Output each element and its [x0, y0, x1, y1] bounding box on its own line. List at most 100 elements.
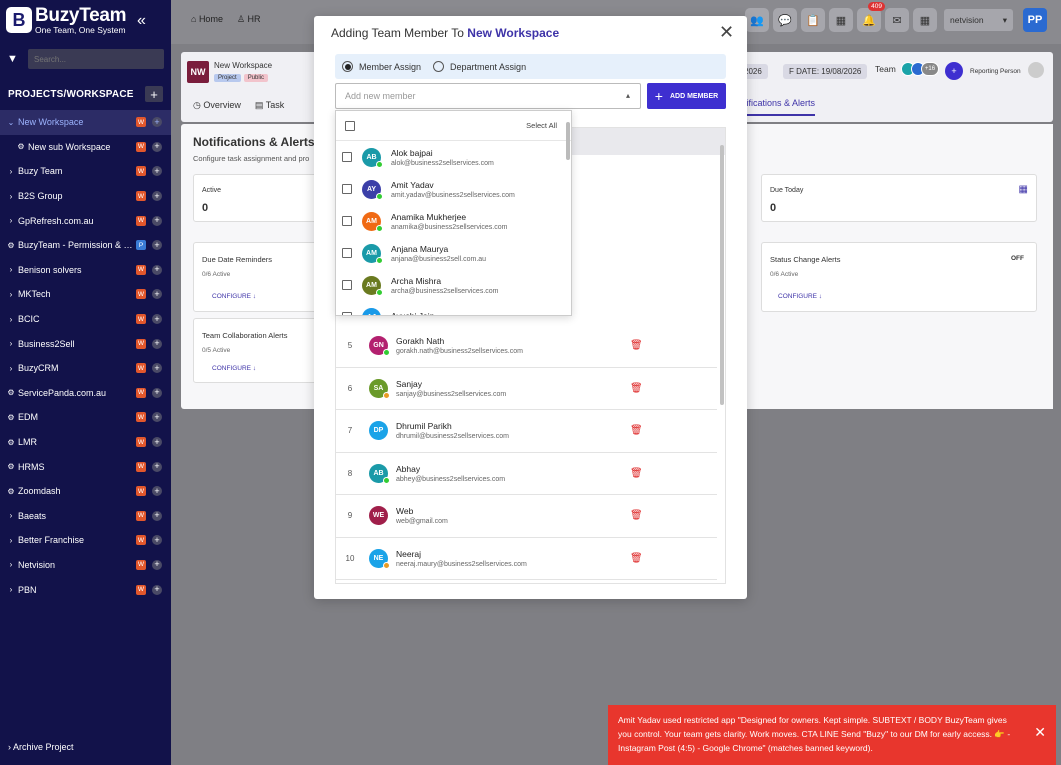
sidebar-item[interactable]: › Netvision W + — [0, 553, 171, 578]
dropdown-scrollbar[interactable] — [564, 111, 571, 315]
trash-icon[interactable]: 🗑 — [630, 553, 643, 564]
dropdown-scroll-thumb[interactable] — [566, 122, 570, 160]
user-avatar[interactable]: PP — [1023, 8, 1047, 32]
member-assign-radio[interactable] — [342, 61, 353, 72]
mail-icon[interactable]: ✉ — [885, 8, 909, 32]
workspace-select[interactable]: netvision ▾ — [944, 9, 1013, 31]
table-scrollbar[interactable] — [718, 128, 725, 583]
sidebar-item[interactable]: ⚙ HRMS W + — [0, 454, 171, 479]
sidebar-item[interactable]: › BuzyCRM W + — [0, 356, 171, 381]
add-subitem-button[interactable]: + — [152, 166, 162, 177]
due-date-configure[interactable]: CONFIGURE ↓ — [212, 293, 256, 300]
calendar-icon[interactable]: ▦ — [829, 8, 853, 32]
member-checkbox[interactable] — [342, 312, 352, 315]
active-value: 0 — [202, 202, 209, 214]
add-subitem-button[interactable]: + — [152, 191, 162, 202]
clipboard-icon[interactable]: 📋 — [801, 8, 825, 32]
sidebar-item[interactable]: ⌄ New Workspace W + — [0, 110, 171, 135]
department-assign-radio[interactable] — [433, 61, 445, 72]
close-icon[interactable]: ✕ — [719, 22, 734, 43]
status-toggle[interactable]: OFF — [1011, 255, 1024, 262]
member-checkbox[interactable] — [342, 184, 352, 194]
member-checkbox[interactable] — [342, 248, 352, 258]
sidebar-item[interactable]: ⚙ LMR W + — [0, 430, 171, 455]
schedule-icon[interactable]: ▦ — [913, 8, 937, 32]
close-icon[interactable]: ✕ — [1034, 725, 1046, 739]
add-subitem-button[interactable]: + — [152, 559, 162, 570]
member-name: Sanjay — [396, 378, 422, 389]
sidebar-item[interactable]: ⚙ New sub Workspace W + — [0, 135, 171, 160]
sidebar-item[interactable]: ⚙ EDM W + — [0, 405, 171, 430]
right-panel: Due Today 0 ▦ Status Change Alerts OFF 0… — [753, 124, 1053, 409]
member-checkbox[interactable] — [342, 216, 352, 226]
sidebar-item[interactable]: › Benison solvers W + — [0, 258, 171, 283]
add-subitem-button[interactable]: + — [152, 461, 162, 472]
add-subitem-button[interactable]: + — [152, 289, 162, 300]
sidebar-item[interactable]: › Buzy Team W + — [0, 159, 171, 184]
trash-icon[interactable]: 🗑 — [630, 425, 643, 436]
add-subitem-button[interactable]: + — [152, 117, 162, 128]
sidebar-item[interactable]: › B2S Group W + — [0, 184, 171, 209]
tab-notifications[interactable]: tifications & Alerts — [744, 98, 816, 116]
select-all-checkbox[interactable] — [345, 120, 355, 131]
team-collab-configure[interactable]: CONFIGURE ↓ — [212, 365, 256, 372]
add-subitem-button[interactable]: + — [152, 437, 162, 448]
brand-logo[interactable]: B BuzyTeam One Team, One System — [6, 6, 127, 35]
member-checkbox[interactable] — [342, 152, 352, 162]
chat-icon[interactable]: 💬 — [773, 8, 797, 32]
add-subitem-button[interactable]: + — [152, 584, 162, 595]
add-subitem-button[interactable]: + — [152, 141, 162, 152]
add-subitem-button[interactable]: + — [152, 314, 162, 325]
sidebar-item[interactable]: › MKTech W + — [0, 282, 171, 307]
add-subitem-button[interactable]: + — [152, 535, 162, 546]
add-subitem-button[interactable]: + — [152, 510, 162, 521]
tab-task[interactable]: ▤ Task — [255, 100, 284, 111]
add-subitem-button[interactable]: + — [152, 338, 162, 349]
dropdown-member-option[interactable]: AB Alok bajpai alok@business2sellservices… — [336, 141, 571, 173]
sidebar-item[interactable]: › Baeats W + — [0, 504, 171, 529]
nav-home[interactable]: ⌂ Home — [191, 14, 223, 25]
member-search-input[interactable]: Add new member ▴ — [335, 83, 641, 109]
trash-icon[interactable]: 🗑 — [630, 510, 643, 521]
trash-icon[interactable]: 🗑 — [630, 468, 643, 479]
add-subitem-button[interactable]: + — [152, 387, 162, 398]
add-subitem-button[interactable]: + — [152, 363, 162, 374]
trash-icon[interactable]: 🗑 — [630, 383, 643, 394]
nav-hr[interactable]: ♙ HR — [237, 14, 261, 25]
trash-icon[interactable]: 🗑 — [630, 340, 643, 351]
sidebar-item[interactable]: ⚙ BuzyTeam - Permission & S... P + — [0, 233, 171, 258]
add-subitem-button[interactable]: + — [152, 486, 162, 497]
sidebar-item[interactable]: › GpRefresh.com.au W + — [0, 208, 171, 233]
add-subitem-button[interactable]: + — [152, 240, 162, 251]
sidebar-item[interactable]: ⚙ Zoomdash W + — [0, 479, 171, 504]
sidebar-item[interactable]: ⚙ ServicePanda.com.au W + — [0, 381, 171, 406]
select-all-label[interactable]: Select All — [526, 121, 557, 130]
member-checkbox[interactable] — [342, 280, 352, 290]
add-team-member-icon[interactable]: + — [945, 62, 963, 80]
collapse-sidebar-icon[interactable]: « — [137, 12, 146, 30]
dropdown-member-option[interactable]: AY Amit Yadav amit.yadav@business2sellser… — [336, 173, 571, 205]
status-configure[interactable]: CONFIGURE ↓ — [778, 293, 822, 300]
add-subitem-button[interactable]: + — [152, 264, 162, 275]
add-project-button[interactable]: + — [145, 86, 163, 102]
sidebar-item[interactable]: › BCIC W + — [0, 307, 171, 332]
sidebar-search-input[interactable] — [28, 49, 164, 69]
team-icon[interactable]: 👥 — [745, 8, 769, 32]
archive-project-link[interactable]: › Archive Project — [8, 742, 74, 752]
dropdown-member-option[interactable]: AM Anamika Mukherjee anamika@business2sel… — [336, 205, 571, 237]
add-subitem-button[interactable]: + — [152, 412, 162, 423]
sidebar-item[interactable]: › Better Franchise W + — [0, 528, 171, 553]
dropdown-member-option[interactable]: AJ Ayushi Jain — [336, 301, 571, 315]
dropdown-member-option[interactable]: AM Archa Mishra archa@business2sellservic… — [336, 269, 571, 301]
sidebar-item[interactable]: › Business2Sell W + — [0, 331, 171, 356]
tab-overview[interactable]: ◷ Overview — [193, 100, 241, 111]
bell-icon[interactable]: 🔔 409 — [857, 2, 885, 32]
table-scroll-thumb[interactable] — [720, 145, 724, 405]
reporting-person-icon[interactable] — [1028, 62, 1044, 78]
member-name: Abhay — [396, 463, 421, 474]
dropdown-member-option[interactable]: AM Anjana Maurya anjana@business2sell.com… — [336, 237, 571, 269]
add-member-button[interactable]: + ADD MEMBER — [647, 83, 726, 109]
filter-icon[interactable]: ▼ — [7, 53, 23, 65]
add-subitem-button[interactable]: + — [152, 215, 162, 226]
sidebar-item[interactable]: › PBN W + — [0, 577, 171, 602]
